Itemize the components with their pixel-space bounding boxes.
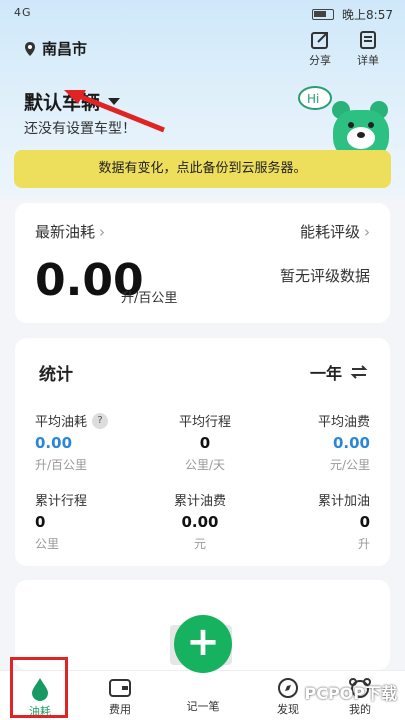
stats-title: 统计 (39, 365, 73, 385)
stat-unit: 元 (193, 537, 206, 551)
period-label: 一年 (309, 364, 342, 383)
stat-avg-trip: 平均行程 0 公里/天 (155, 411, 255, 473)
annotation-arrow (64, 90, 165, 133)
stat-label: 累计行程 (35, 494, 88, 509)
stat-total-fuel: 累计加油 0 升 (318, 490, 370, 552)
stat-unit: 公里 (35, 537, 60, 551)
stat-unit: 元/公里 (329, 458, 370, 472)
signal-icon: 4G (14, 6, 32, 19)
tab-mine-label: 我的 (349, 703, 371, 716)
stat-value: 0.00 (332, 434, 370, 452)
plus-icon: + (186, 619, 220, 665)
add-record-label: 记一笔 (186, 700, 220, 713)
period-toggle[interactable]: 一年 (310, 360, 368, 384)
detail-button[interactable]: 详单 (348, 30, 388, 68)
stat-avg-fuel: 平均油耗? 0.00 升/百公里 (35, 411, 109, 473)
tab-cost-label: 费用 (109, 703, 131, 716)
latest-fuel-label: 最新油耗 (35, 223, 96, 241)
battery-icon (312, 9, 335, 20)
stat-value: 0 (199, 434, 211, 452)
stat-avg-cost: 平均油费 0.00 元/公里 (318, 411, 370, 473)
wallet-icon (109, 679, 131, 697)
rating-value: 暂无评级数据 (279, 267, 370, 285)
compass-icon (278, 678, 298, 698)
highlight-box (10, 657, 68, 718)
tab-discover-label: 发现 (277, 703, 299, 716)
latest-fuel-unit: 升/百公里 (121, 291, 178, 306)
share-label: 分享 (309, 54, 331, 67)
clock: 晚上8:57 (342, 8, 393, 22)
stat-value: 0.00 (35, 434, 73, 452)
bear-mascot: Hi (298, 86, 389, 160)
stat-value: 0 (359, 513, 370, 531)
stat-value: 0 (35, 513, 46, 531)
stat-label: 累计加油 (317, 494, 370, 509)
watermark-text: PCPOP下载 (304, 684, 397, 703)
stat-unit: 升 (357, 537, 370, 551)
tab-cost[interactable]: 费用 (90, 677, 150, 717)
status-bar: 4G 晚上8:57 (0, 0, 405, 28)
stat-unit: 公里/天 (184, 458, 226, 472)
location-selector[interactable]: 南昌市 (24, 38, 87, 59)
stat-label: 平均行程 (178, 415, 231, 430)
rating-link[interactable]: 能耗评级 › (300, 221, 370, 242)
stat-total-trip: 累计行程 0 公里 (35, 490, 87, 552)
share-icon (311, 32, 328, 49)
stat-label: 累计油费 (173, 494, 226, 509)
stat-label: 平均油耗 (35, 415, 88, 430)
location-pin-icon (25, 41, 35, 56)
stat-unit: 升/百公里 (35, 458, 88, 472)
add-record-button[interactable]: + (174, 615, 232, 673)
list-icon (360, 31, 376, 49)
rating-label: 能耗评级 (299, 223, 360, 241)
swap-icon (350, 365, 368, 379)
backup-banner[interactable]: 数据有变化，点此备份到云服务器。 (14, 150, 391, 188)
chevron-right-icon: › (99, 223, 106, 241)
stat-value: 0.00 (181, 513, 219, 531)
latest-fuel-card: 最新油耗 › 能耗评级 › 0.00 升/百公里 暂无评级数据 (15, 203, 390, 323)
watermark: PCPOP下载 (304, 680, 397, 704)
stats-card: 统计 一年 平均油耗? 0.00 升/百公里 平均行程 0 公里/天 平均油费 … (15, 338, 390, 566)
city-label: 南昌市 (42, 40, 88, 58)
mascot-greeting: Hi (307, 92, 319, 106)
latest-fuel-link[interactable]: 最新油耗 › (35, 221, 105, 242)
chevron-right-icon: › (364, 223, 370, 241)
stat-label: 平均油费 (317, 415, 370, 430)
help-icon[interactable]: ? (92, 412, 109, 429)
share-button[interactable]: 分享 (300, 30, 340, 68)
detail-label: 详单 (357, 54, 379, 67)
stat-total-cost: 累计油费 0.00 元 (150, 490, 250, 552)
